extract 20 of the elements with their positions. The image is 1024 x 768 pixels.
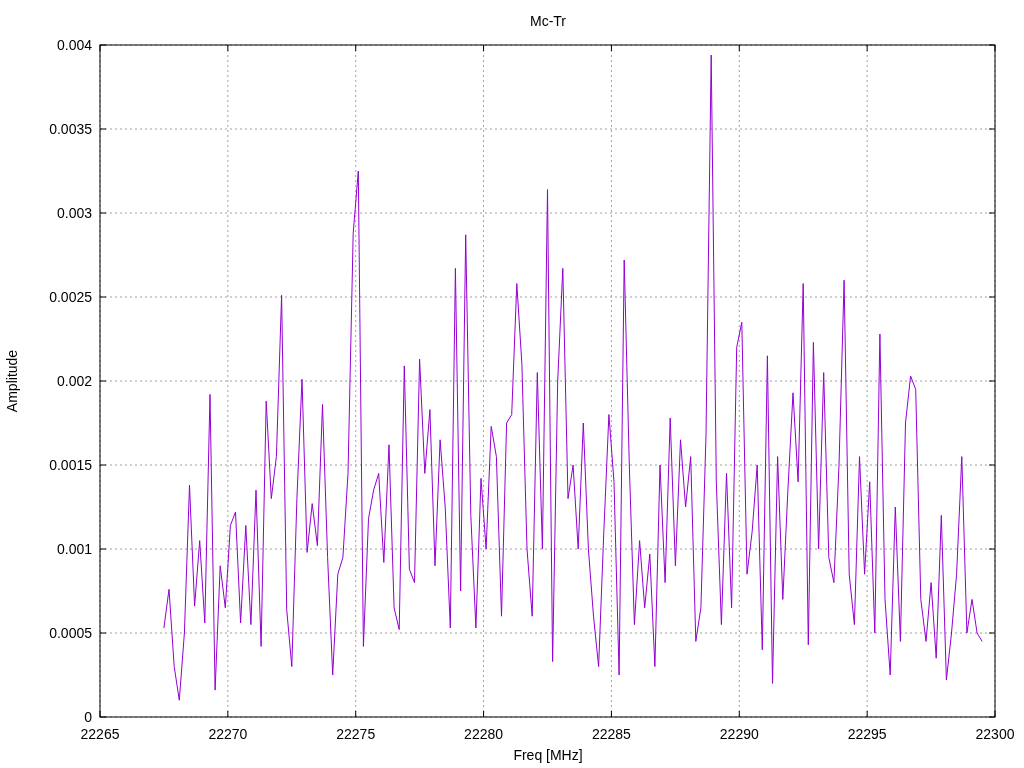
- x-axis-label: Freq [MHz]: [513, 747, 583, 763]
- y-tick-label: 0.0025: [49, 289, 92, 305]
- y-tick-label: 0.0005: [49, 625, 92, 641]
- x-tick-label: 22275: [336, 726, 376, 742]
- y-tick-label: 0.001: [56, 541, 92, 557]
- y-axis-label: Amplitude: [4, 349, 20, 413]
- x-tick-label: 22295: [847, 726, 887, 742]
- x-tick-label: 22280: [464, 726, 504, 742]
- y-tick-label: 0.0015: [49, 457, 92, 473]
- chart-title: Mc-Tr: [530, 13, 566, 29]
- x-tick-label: 22285: [591, 726, 631, 742]
- y-tick-label: 0.0035: [49, 121, 92, 137]
- y-tick-label: 0.002: [56, 373, 92, 389]
- x-tick-label: 22300: [975, 726, 1015, 742]
- y-tick-label: 0.004: [56, 37, 92, 53]
- x-tick-label: 22290: [719, 726, 759, 742]
- y-tick-label: 0.003: [56, 205, 92, 221]
- x-tick-label: 22270: [208, 726, 248, 742]
- y-tick-label: 0: [84, 709, 92, 725]
- x-tick-label: 22265: [80, 726, 120, 742]
